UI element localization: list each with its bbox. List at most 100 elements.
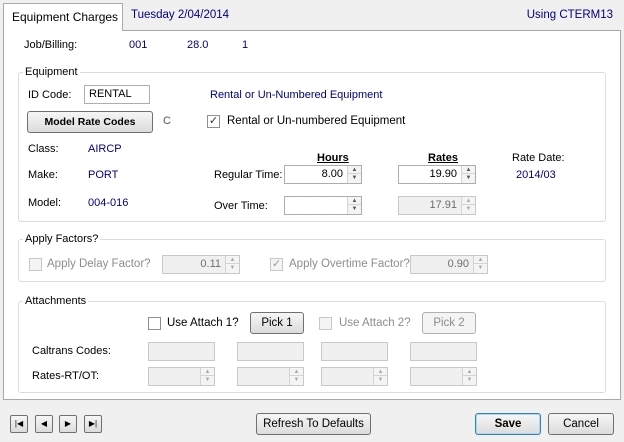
spin-down-icon: ▼	[293, 377, 300, 383]
attach-rate-1-spinner: ▲ ▼	[148, 367, 215, 386]
spinner-arrows: ▲ ▼	[373, 368, 387, 385]
delay-factor-label[interactable]: Apply Delay Factor?	[47, 258, 151, 270]
first-record-icon: |◀	[14, 419, 24, 428]
next-record-icon: ▶	[64, 419, 72, 428]
save-button[interactable]: Save	[475, 413, 541, 435]
overtime-factor-checkbox[interactable]: ✓	[270, 258, 283, 271]
rental-checkbox[interactable]: ✓	[207, 115, 220, 128]
make-value: PORT	[88, 169, 119, 181]
spinner-arrows[interactable]: ▲ ▼	[347, 166, 361, 183]
regular-hours-spinner[interactable]: 8.00 ▲ ▼	[284, 165, 362, 184]
spinner-arrows[interactable]: ▲ ▼	[461, 166, 475, 183]
spin-up-icon: ▲	[463, 368, 476, 376]
id-code-label: ID Code:	[28, 89, 72, 101]
hours-header: Hours	[317, 152, 349, 164]
use-attach1-label[interactable]: Use Attach 1?	[167, 317, 239, 329]
make-label: Make:	[28, 169, 58, 181]
regular-hours-value: 8.00	[321, 168, 343, 180]
spin-up-icon: ▲	[226, 256, 239, 264]
delay-factor-spinner: 0.11 ▲ ▼	[162, 255, 240, 274]
regular-rate-spinner[interactable]: 19.90 ▲ ▼	[398, 165, 476, 184]
rates-rt-ot-label: Rates-RT/OT:	[32, 370, 100, 382]
spin-up-icon: ▲	[374, 368, 387, 376]
model-rate-codes-button[interactable]: Model Rate Codes	[27, 111, 153, 133]
caltrans-codes-label: Caltrans Codes:	[32, 345, 111, 357]
spin-down-icon[interactable]: ▼	[348, 174, 361, 182]
class-label: Class:	[28, 143, 59, 155]
equipment-description: Rental or Un-Numbered Equipment	[210, 89, 383, 101]
class-value: AIRCP	[88, 143, 122, 155]
apply-factors-group-title: Apply Factors?	[23, 233, 101, 245]
nav-prev-button[interactable]: ◀	[35, 415, 53, 433]
overtime-factor-label[interactable]: Apply Overtime Factor?	[289, 258, 410, 270]
nav-next-button[interactable]: ▶	[59, 415, 77, 433]
rate-date-label: Rate Date:	[512, 152, 565, 164]
spinner-arrows: ▲ ▼	[461, 197, 475, 214]
equipment-charges-panel: Job/Billing: 001 28.0 1 Equipment ID Cod…	[3, 30, 621, 400]
spin-up-icon: ▲	[462, 197, 475, 205]
tab-equipment-charges[interactable]: Equipment Charges	[3, 3, 123, 31]
overtime-factor-spinner: 0.90 ▲ ▼	[410, 255, 488, 274]
attach-rate-4-spinner: ▲ ▼	[410, 367, 477, 386]
billing-sequence: 1	[242, 39, 249, 51]
rates-header: Rates	[428, 152, 458, 164]
pick1-button[interactable]: Pick 1	[250, 312, 304, 334]
spin-down-icon: ▼	[204, 377, 211, 383]
rate-date-value: 2014/03	[516, 169, 556, 181]
cancel-button[interactable]: Cancel	[548, 413, 614, 435]
model-label: Model:	[28, 197, 62, 209]
overtime-factor-value: 0.90	[447, 258, 469, 270]
caltrans-code-2	[237, 342, 304, 361]
attachments-group-title: Attachments	[23, 295, 89, 307]
spin-up-icon[interactable]: ▲	[348, 166, 361, 174]
job-number: 001	[129, 39, 148, 51]
model-value: 004-016	[88, 197, 129, 209]
spin-down-icon[interactable]: ▼	[462, 174, 475, 182]
prev-record-icon: ◀	[40, 419, 48, 428]
spinner-arrows: ▲ ▼	[462, 368, 476, 385]
equipment-group-title: Equipment	[23, 66, 80, 78]
pick2-button: Pick 2	[422, 312, 476, 334]
billing-number: 28.0	[187, 39, 209, 51]
caltrans-code-4	[410, 342, 477, 361]
spinner-arrows[interactable]: ▲ ▼	[347, 197, 361, 214]
delay-factor-value: 0.11	[200, 258, 221, 270]
rental-checkbox-label[interactable]: Rental or Un-numbered Equipment	[227, 115, 405, 127]
spin-down-icon: ▼	[466, 377, 473, 383]
rate-code-letter: C	[163, 115, 171, 127]
over-time-label: Over Time:	[214, 200, 268, 212]
spin-up-icon[interactable]: ▲	[462, 166, 475, 174]
job-billing-label: Job/Billing:	[24, 39, 78, 51]
spinner-arrows: ▲ ▼	[200, 368, 214, 385]
use-attach2-checkbox[interactable]	[319, 317, 332, 330]
tab-bar: Equipment Charges Tuesday 2/04/2014 Usin…	[0, 0, 624, 31]
regular-rate-value: 19.90	[429, 168, 457, 180]
spinner-arrows: ▲ ▼	[473, 256, 487, 273]
use-attach2-label[interactable]: Use Attach 2?	[339, 317, 411, 329]
id-code-input[interactable]: RENTAL	[84, 85, 150, 104]
nav-first-button[interactable]: |◀	[10, 415, 28, 433]
last-record-icon: ▶|	[88, 419, 98, 428]
over-rate-value: 17.91	[429, 199, 457, 211]
caltrans-code-1	[148, 342, 215, 361]
attach-rate-2-spinner: ▲ ▼	[237, 367, 304, 386]
spin-down-icon: ▼	[465, 206, 472, 212]
attach-rate-3-spinner: ▲ ▼	[321, 367, 388, 386]
over-hours-spinner[interactable]: ▲ ▼	[284, 196, 362, 215]
caltrans-code-3	[321, 342, 388, 361]
check-icon: ✓	[271, 258, 282, 270]
use-attach1-checkbox[interactable]	[148, 317, 161, 330]
spin-up-icon[interactable]: ▲	[348, 197, 361, 205]
nav-last-button[interactable]: ▶|	[84, 415, 102, 433]
check-icon: ✓	[208, 115, 219, 127]
spin-down-icon: ▼	[477, 265, 484, 271]
spinner-arrows: ▲ ▼	[289, 368, 303, 385]
spin-down-icon: ▼	[377, 377, 384, 383]
over-rate-spinner: 17.91 ▲ ▼	[398, 196, 476, 215]
spin-up-icon: ▲	[201, 368, 214, 376]
spin-down-icon[interactable]: ▼	[348, 205, 361, 213]
spinner-arrows: ▲ ▼	[225, 256, 239, 273]
delay-factor-checkbox[interactable]	[29, 258, 42, 271]
refresh-to-defaults-button[interactable]: Refresh To Defaults	[256, 413, 371, 435]
spin-up-icon: ▲	[290, 368, 303, 376]
